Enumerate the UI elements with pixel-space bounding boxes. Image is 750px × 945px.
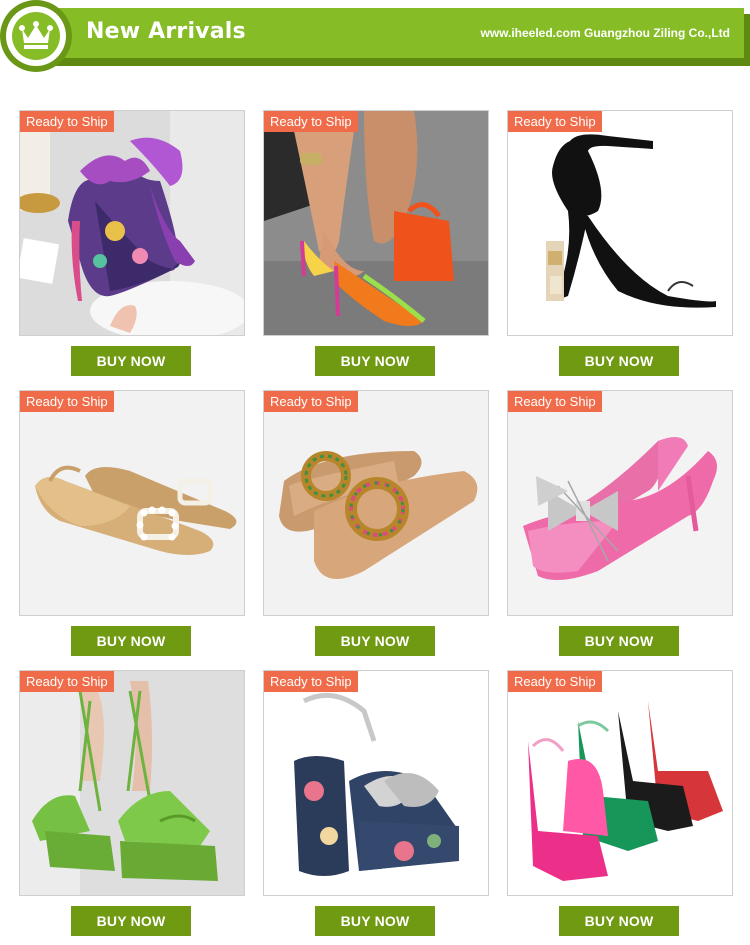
product-image[interactable] — [264, 391, 488, 615]
product-card[interactable]: Ready to Ship — [263, 110, 489, 336]
product-card[interactable]: Ready to Ship — [19, 110, 245, 336]
buy-now-button[interactable]: BUY NOW — [315, 626, 435, 656]
product-card[interactable]: Ready to Ship — [507, 390, 733, 616]
product-image[interactable] — [20, 111, 244, 335]
buy-now-button[interactable]: BUY NOW — [559, 906, 679, 936]
product-card[interactable]: Ready to Ship — [263, 390, 489, 616]
product-card[interactable]: Ready to Ship — [263, 670, 489, 896]
ready-to-ship-badge: Ready to Ship — [20, 111, 114, 132]
site-url-text[interactable]: www.iheeled.com Guangzhou Ziling Co.,Ltd — [480, 26, 730, 40]
product-card[interactable]: Ready to Ship — [19, 390, 245, 616]
product-image[interactable] — [264, 111, 488, 335]
product-card[interactable]: Ready to Ship — [19, 670, 245, 896]
buy-now-button[interactable]: BUY NOW — [71, 626, 191, 656]
buy-now-button[interactable]: BUY NOW — [559, 626, 679, 656]
buy-now-button[interactable]: BUY NOW — [315, 346, 435, 376]
product-image[interactable] — [264, 671, 488, 895]
ready-to-ship-badge: Ready to Ship — [264, 111, 358, 132]
crown-icon — [19, 21, 53, 49]
buy-now-button[interactable]: BUY NOW — [71, 346, 191, 376]
product-image[interactable] — [20, 391, 244, 615]
ready-to-ship-badge: Ready to Ship — [264, 671, 358, 692]
buy-now-button[interactable]: BUY NOW — [315, 906, 435, 936]
ready-to-ship-badge: Ready to Ship — [20, 671, 114, 692]
product-card[interactable]: Ready to Ship — [507, 110, 733, 336]
product-image[interactable] — [508, 671, 732, 895]
ready-to-ship-badge: Ready to Ship — [508, 391, 602, 412]
product-image[interactable] — [508, 111, 732, 335]
ready-to-ship-badge: Ready to Ship — [20, 391, 114, 412]
ready-to-ship-badge: Ready to Ship — [264, 391, 358, 412]
buy-now-button[interactable]: BUY NOW — [559, 346, 679, 376]
ready-to-ship-badge: Ready to Ship — [508, 671, 602, 692]
page-title: New Arrivals — [86, 19, 246, 44]
ready-to-ship-badge: Ready to Ship — [508, 111, 602, 132]
buy-now-button[interactable]: BUY NOW — [71, 906, 191, 936]
header-banner: New Arrivals www.iheeled.com Guangzhou Z… — [0, 0, 750, 80]
product-image[interactable] — [508, 391, 732, 615]
product-image[interactable] — [20, 671, 244, 895]
product-card[interactable]: Ready to Ship — [507, 670, 733, 896]
